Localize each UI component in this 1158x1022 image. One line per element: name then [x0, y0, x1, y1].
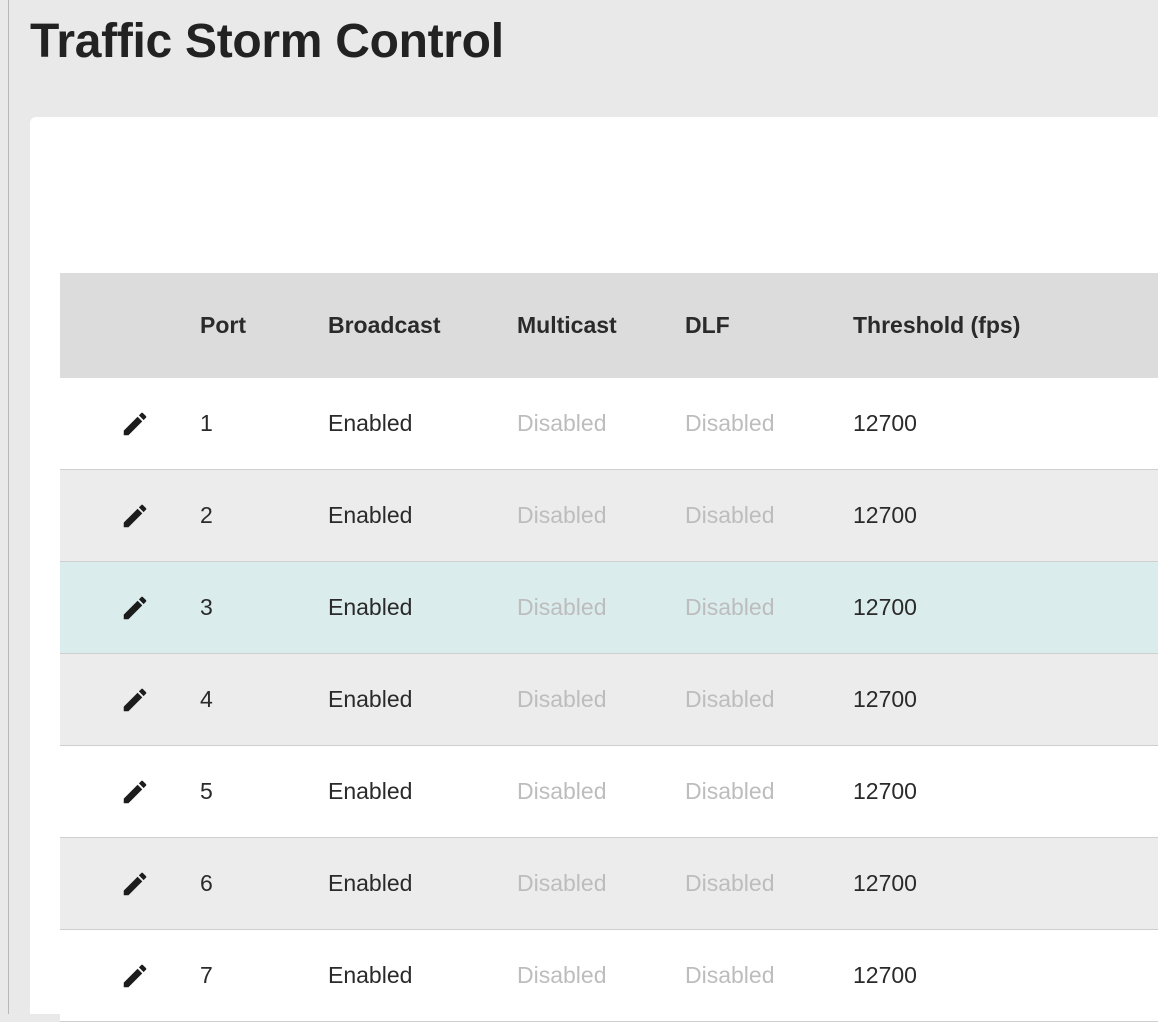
table-row-selected[interactable]: 3 Enabled Disabled Disabled 12700: [60, 562, 1158, 654]
cell-broadcast: Enabled: [328, 410, 413, 436]
storm-control-table: Port Broadcast Multicast DLF Threshold (…: [60, 273, 1158, 1022]
cell-port: 1: [200, 410, 213, 436]
cell-broadcast: Enabled: [328, 502, 413, 528]
cell-threshold: 12700: [853, 870, 917, 896]
cell-multicast: Disabled: [517, 778, 607, 804]
cell-threshold: 12700: [853, 962, 917, 988]
cell-broadcast: Enabled: [328, 870, 413, 896]
column-header-multicast[interactable]: Multicast: [517, 273, 617, 378]
edit-pencil-icon[interactable]: [115, 404, 155, 444]
page-title: Traffic Storm Control: [30, 15, 504, 68]
column-header-dlf[interactable]: DLF: [685, 273, 730, 378]
cell-threshold: 12700: [853, 686, 917, 712]
cell-multicast: Disabled: [517, 410, 607, 436]
cell-port: 3: [200, 594, 213, 620]
cell-dlf: Disabled: [685, 594, 775, 620]
table-row[interactable]: 2 Enabled Disabled Disabled 12700: [60, 470, 1158, 562]
edit-pencil-icon[interactable]: [115, 680, 155, 720]
edit-column-header: [60, 273, 200, 378]
cell-dlf: Disabled: [685, 870, 775, 896]
left-border: [8, 0, 9, 1014]
table-header-row: Port Broadcast Multicast DLF Threshold (…: [60, 273, 1158, 378]
cell-port: 7: [200, 962, 213, 988]
cell-broadcast: Enabled: [328, 594, 413, 620]
cell-dlf: Disabled: [685, 502, 775, 528]
cell-threshold: 12700: [853, 594, 917, 620]
cell-port: 4: [200, 686, 213, 712]
cell-broadcast: Enabled: [328, 686, 413, 712]
cell-multicast: Disabled: [517, 594, 607, 620]
cell-broadcast: Enabled: [328, 778, 413, 804]
table-row[interactable]: 7 Enabled Disabled Disabled 12700: [60, 930, 1158, 1022]
table-row[interactable]: 5 Enabled Disabled Disabled 12700: [60, 746, 1158, 838]
content-card: Port Broadcast Multicast DLF Threshold (…: [30, 117, 1158, 1022]
cell-port: 5: [200, 778, 213, 804]
cell-multicast: Disabled: [517, 502, 607, 528]
edit-pencil-icon[interactable]: [115, 588, 155, 628]
cell-threshold: 12700: [853, 778, 917, 804]
cell-port: 2: [200, 502, 213, 528]
cell-multicast: Disabled: [517, 962, 607, 988]
column-header-broadcast[interactable]: Broadcast: [328, 273, 440, 378]
table-row[interactable]: 6 Enabled Disabled Disabled 12700: [60, 838, 1158, 930]
cell-dlf: Disabled: [685, 686, 775, 712]
cell-threshold: 12700: [853, 410, 917, 436]
table-row[interactable]: 4 Enabled Disabled Disabled 12700: [60, 654, 1158, 746]
cell-threshold: 12700: [853, 502, 917, 528]
cell-dlf: Disabled: [685, 962, 775, 988]
column-header-threshold[interactable]: Threshold (fps): [853, 273, 1020, 378]
cell-dlf: Disabled: [685, 410, 775, 436]
edit-pencil-icon[interactable]: [115, 772, 155, 812]
cell-port: 6: [200, 870, 213, 896]
edit-pencil-icon[interactable]: [115, 956, 155, 996]
edit-pencil-icon[interactable]: [115, 864, 155, 904]
edit-pencil-icon[interactable]: [115, 496, 155, 536]
cell-multicast: Disabled: [517, 686, 607, 712]
cell-broadcast: Enabled: [328, 962, 413, 988]
column-header-port[interactable]: Port: [200, 273, 246, 378]
table-row[interactable]: 1 Enabled Disabled Disabled 12700: [60, 378, 1158, 470]
cell-dlf: Disabled: [685, 778, 775, 804]
cell-multicast: Disabled: [517, 870, 607, 896]
